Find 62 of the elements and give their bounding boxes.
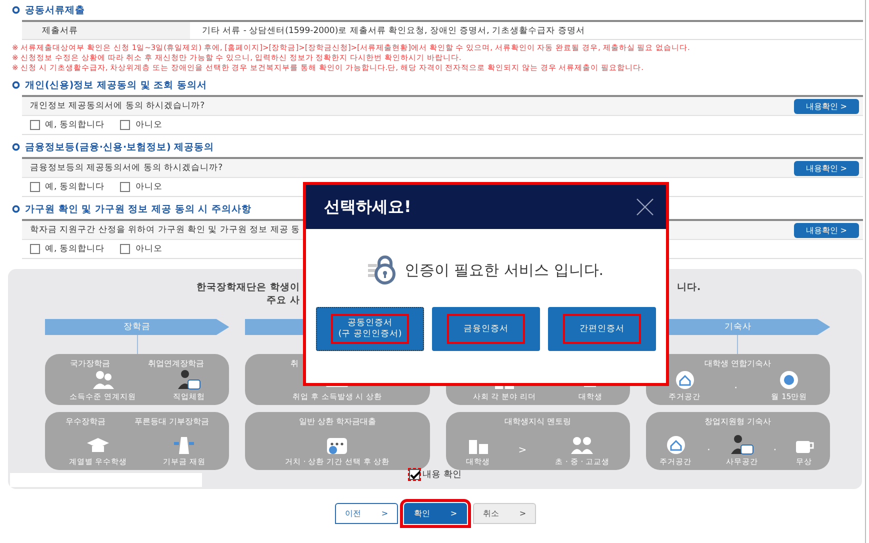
consent-question: 개인정보 제공동의서에 동의 하시겠습니까? — [30, 100, 205, 112]
certificate-button[interactable]: 공동인증서 (구 공인인증서) — [316, 307, 424, 351]
separator-mark: · — [707, 444, 710, 456]
people-icon — [570, 434, 594, 455]
checkbox[interactable] — [30, 120, 40, 130]
card-title: 취 — [290, 358, 298, 369]
card-title: 국가장학금 — [70, 358, 110, 369]
consent-question: 학자금 지원구간 산정을 위하여 가구원 확인 및 가구원 정보 제공 동 — [30, 224, 300, 236]
separator-mark: > — [518, 444, 527, 456]
checkbox[interactable] — [120, 244, 130, 254]
section-title: 가구원 확인 및 가구원 정보 제공 동의 시 주의사항 — [25, 202, 252, 216]
lighthouse-icon — [172, 434, 196, 455]
nav-button[interactable]: 취소 > — [473, 503, 536, 524]
intro-text: 주요 사 — [266, 294, 300, 307]
lock-icon — [368, 255, 398, 285]
checkbox[interactable] — [30, 182, 40, 192]
separator-mark: · — [773, 444, 777, 456]
section-title: 개인(신용)정보 제공동의 및 조회 동의서 — [25, 78, 207, 92]
view-content-button[interactable]: 내용확인 > — [794, 98, 859, 114]
separator-mark: · — [734, 383, 738, 394]
option-label: 예, 동의합니다 — [45, 119, 104, 131]
card-title: 푸른등대 기부장학금 — [134, 416, 209, 427]
briefcase-icon — [176, 369, 201, 390]
category-label: 기숙사 — [724, 321, 752, 333]
option-label: 아니오 — [135, 243, 162, 255]
view-content-button[interactable]: 내용확인 > — [794, 222, 859, 238]
checkbox[interactable] — [408, 469, 420, 480]
option-label: 예, 동의합니다 — [45, 243, 104, 255]
checkbox[interactable] — [30, 244, 40, 254]
card-title: 대학생 연합기숙사 — [704, 358, 772, 369]
close-icon[interactable] — [636, 198, 654, 216]
option-label: 예, 동의합니다 — [45, 181, 104, 193]
certificate-button[interactable]: 간편인증서 — [548, 307, 656, 351]
option-label: 아니오 — [135, 119, 162, 131]
section-title: 금융정보등(금융·신용·보험정보) 제공동의 — [25, 140, 214, 154]
modal-title: 선택하세요! — [324, 196, 412, 218]
card-title: 일반 상환 학자금대출 — [298, 416, 376, 427]
bullet-icon — [12, 205, 20, 213]
view-content-button[interactable]: 내용확인 > — [794, 160, 859, 176]
card-title: 대학생지식 멘토링 — [504, 416, 571, 427]
bullet-icon — [12, 143, 20, 151]
certificate-button[interactable]: 금융인증서 — [432, 307, 540, 351]
checkbox-label: 내용 확인 — [422, 469, 462, 481]
briefcase-icon — [730, 434, 754, 455]
card-title: 창업지원형 기숙사 — [704, 416, 772, 427]
section-title: 공동서류제출 — [25, 4, 85, 16]
nav-button[interactable]: 이전 > — [335, 503, 398, 524]
modal-message: 인증이 필요한 서비스 입니다. — [404, 260, 604, 280]
card-title: 우수장학금 — [65, 416, 106, 427]
people-icon — [90, 369, 115, 390]
intro-text: 한국장학재단은 학생이 — [196, 281, 300, 294]
checkbox[interactable] — [120, 120, 130, 130]
table-header-cell: 제출서류 — [22, 22, 190, 39]
bullet-icon — [12, 81, 20, 89]
checkbox[interactable] — [120, 182, 130, 192]
category-label: 장학금 — [124, 321, 151, 333]
card-title: 취업연계장학금 — [148, 358, 204, 369]
bullet-icon — [12, 6, 20, 14]
table-cell-text: 기타 서류 - 상담센터(1599-2000)로 제출서류 확인요청, 장애인 증명서, 기초생활수급자 증명서 — [201, 24, 586, 38]
option-label: 아니오 — [135, 181, 162, 193]
intro-text: 니다. — [677, 281, 702, 294]
consent-question: 금융정보등의 제공동의서에 동의 하시겠습니까? — [30, 162, 223, 174]
